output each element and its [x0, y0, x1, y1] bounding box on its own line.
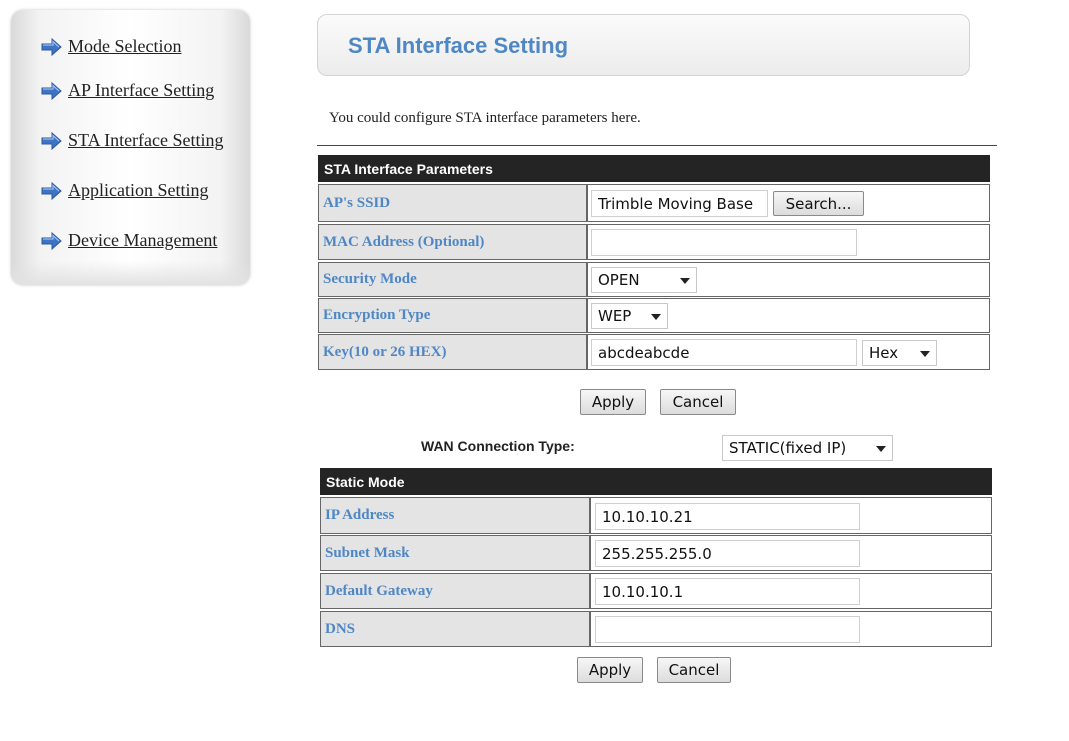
arrow-right-icon [41, 81, 62, 100]
dns-input[interactable] [595, 616, 860, 643]
dns-row: DNS [320, 611, 992, 647]
ip-address-cell [590, 497, 992, 534]
subnet-mask-input[interactable] [595, 540, 860, 567]
chevron-down-icon [920, 351, 930, 357]
page-header: STA Interface Setting [317, 14, 970, 76]
security-cell: OPEN [587, 262, 990, 297]
subnet-row: Subnet Mask [320, 535, 992, 571]
sidebar-item-application-setting[interactable]: Application Setting [41, 180, 208, 201]
sidebar-item-device-management[interactable]: Device Management [41, 230, 217, 251]
wan-connection-type-value: STATIC(fixed IP) [729, 439, 847, 457]
key-cell: Hex [587, 334, 990, 370]
wan-connection-type-select[interactable]: STATIC(fixed IP) [722, 435, 893, 461]
ssid-cell: Search... [587, 184, 990, 222]
subnet-mask-cell [590, 535, 992, 571]
mac-address-input[interactable] [591, 229, 857, 256]
page-description: You could configure STA interface parame… [329, 110, 641, 126]
page-title: STA Interface Setting [348, 33, 569, 58]
search-button[interactable]: Search... [773, 191, 864, 216]
default-gateway-cell [590, 573, 992, 609]
ip-row: IP Address [320, 497, 992, 534]
security-label: Security Mode [318, 262, 587, 297]
encryption-cell: WEP [587, 298, 990, 333]
arrow-right-icon [41, 37, 62, 56]
ssid-input[interactable] [591, 190, 768, 217]
key-format-value: Hex [869, 344, 899, 362]
key-format-select[interactable]: Hex [862, 340, 937, 366]
sidebar-item-ap-interface-setting[interactable]: AP Interface Setting [41, 80, 214, 101]
chevron-down-icon [680, 278, 690, 284]
static-cancel-button[interactable]: Cancel [657, 657, 731, 683]
sidebar-item-label: STA Interface Setting [68, 130, 224, 150]
arrow-right-icon [41, 231, 62, 250]
sta-params-header: STA Interface Parameters [318, 155, 990, 182]
encryption-type-value: WEP [598, 307, 632, 325]
sidebar: Mode Selection AP Interface Setting STA … [11, 10, 250, 285]
ip-address-input[interactable] [595, 503, 860, 530]
security-mode-select[interactable]: OPEN [591, 267, 697, 293]
dns-cell [590, 611, 992, 647]
encryption-type-select[interactable]: WEP [591, 303, 668, 329]
key-row: Key(10 or 26 HEX) Hex [318, 334, 990, 370]
chevron-down-icon [651, 314, 661, 320]
security-row: Security Mode OPEN [318, 262, 990, 297]
mac-label: MAC Address (Optional) [318, 224, 587, 260]
gateway-row: Default Gateway [320, 573, 992, 609]
divider [317, 145, 997, 146]
static-mode-header: Static Mode [320, 468, 992, 495]
ip-address-label: IP Address [320, 497, 590, 534]
default-gateway-label: Default Gateway [320, 573, 590, 609]
dns-label: DNS [320, 611, 590, 647]
encryption-row: Encryption Type WEP [318, 298, 990, 333]
sta-apply-button[interactable]: Apply [580, 389, 646, 415]
sidebar-item-label: AP Interface Setting [68, 80, 215, 100]
sidebar-item-label: Device Management [68, 230, 218, 250]
security-mode-value: OPEN [598, 271, 640, 289]
static-apply-button[interactable]: Apply [577, 657, 643, 683]
mac-cell [587, 224, 990, 260]
mac-row: MAC Address (Optional) [318, 224, 990, 260]
wan-connection-type-label: WAN Connection Type: [421, 438, 575, 454]
key-input[interactable] [591, 339, 857, 366]
key-label: Key(10 or 26 HEX) [318, 334, 587, 370]
arrow-right-icon [41, 131, 62, 150]
ssid-row: AP's SSID Search... [318, 184, 990, 222]
ssid-label: AP's SSID [318, 184, 587, 222]
arrow-right-icon [41, 181, 62, 200]
sta-cancel-button[interactable]: Cancel [660, 389, 736, 415]
default-gateway-input[interactable] [595, 578, 860, 605]
sidebar-item-label: Application Setting [68, 180, 209, 200]
subnet-mask-label: Subnet Mask [320, 535, 590, 571]
chevron-down-icon [876, 446, 886, 452]
sidebar-item-label: Mode Selection [68, 36, 182, 56]
sidebar-item-mode-selection[interactable]: Mode Selection [41, 36, 181, 57]
sidebar-item-sta-interface-setting[interactable]: STA Interface Setting [41, 130, 224, 151]
encryption-label: Encryption Type [318, 298, 587, 333]
